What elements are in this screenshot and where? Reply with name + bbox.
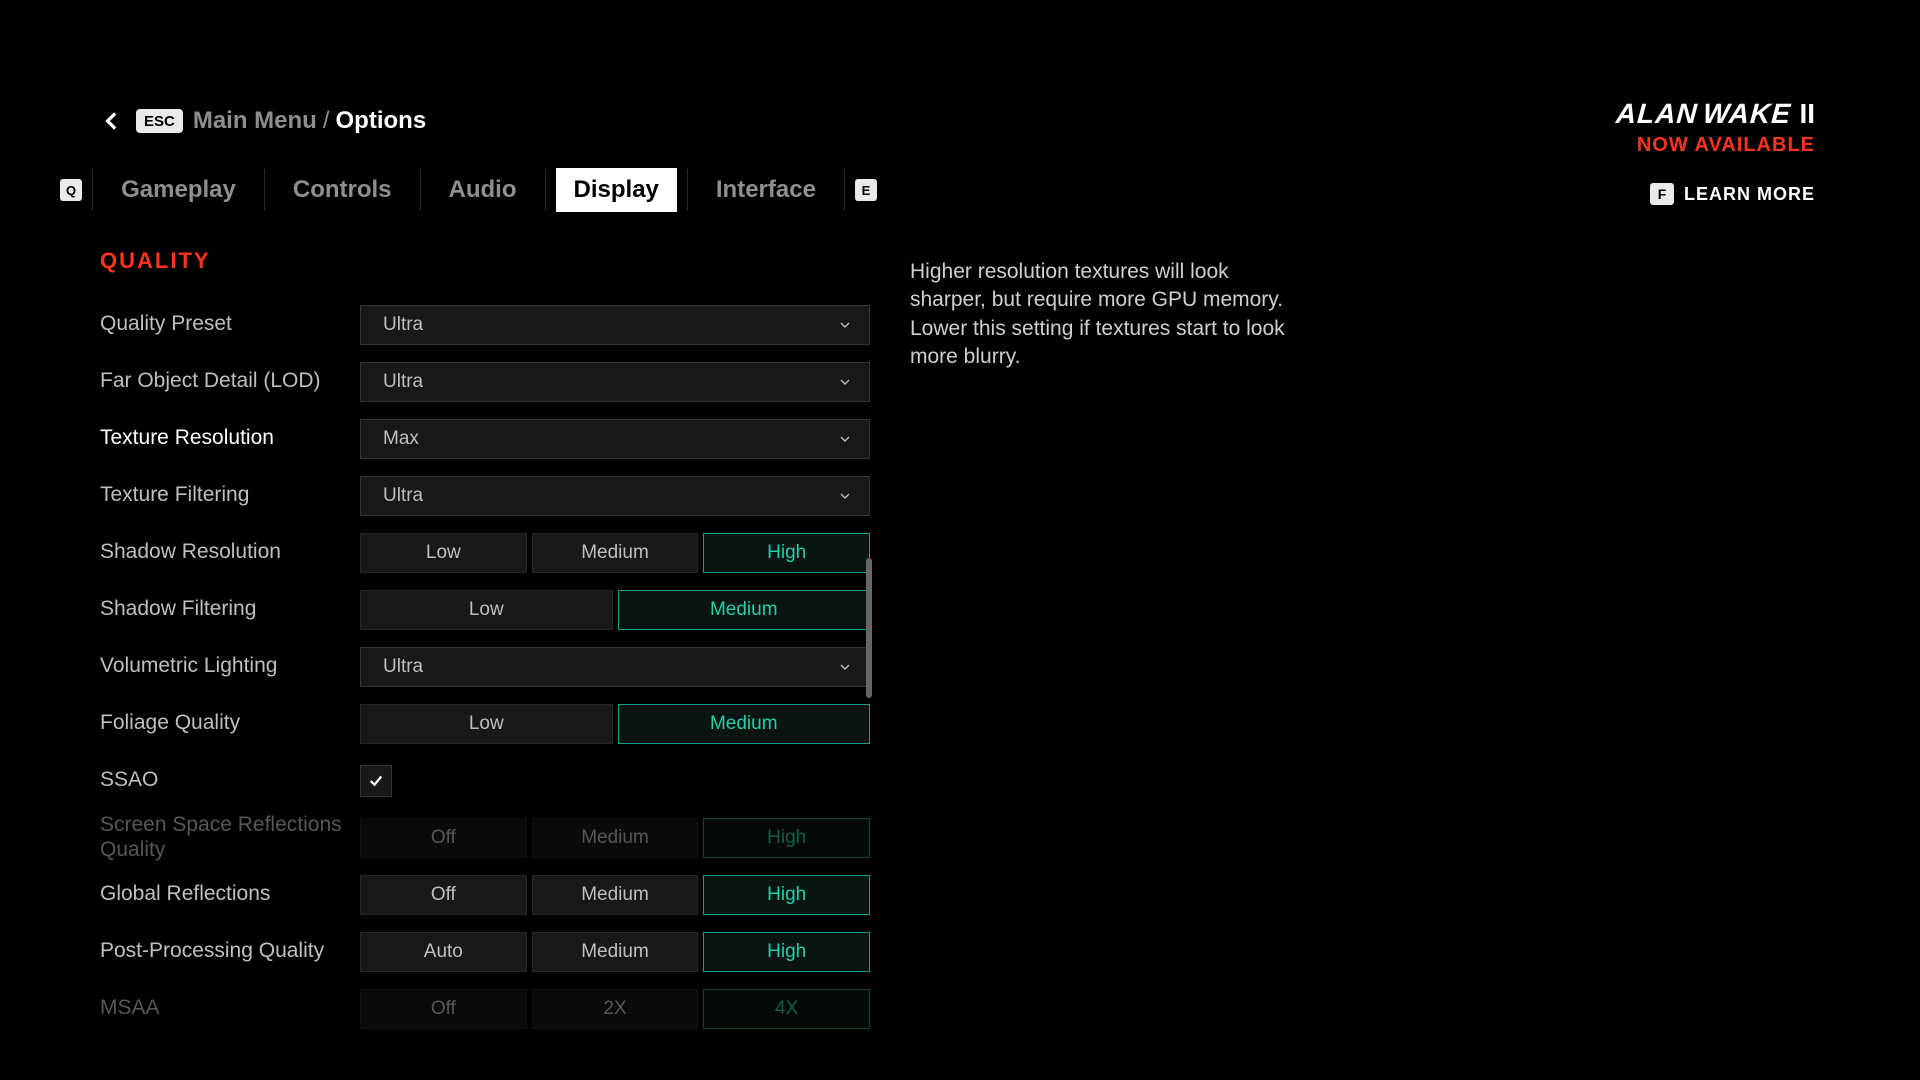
breadcrumb-current: Options [336, 107, 427, 135]
option-row-msaa: MSAAOff2X4X [100, 980, 870, 1037]
f-key-badge: F [1650, 183, 1674, 205]
option-label: Screen Space Reflections Quality [100, 813, 360, 861]
option-row-post-processing: Post-Processing QualityAutoMediumHigh [100, 923, 870, 980]
option-row-quality-preset: Quality PresetUltra [100, 296, 870, 353]
option-row-shadow-resolution: Shadow ResolutionLowMediumHigh [100, 524, 870, 581]
option-row-texture-filtering: Texture FilteringUltra [100, 467, 870, 524]
option-label: MSAA [100, 996, 360, 1020]
tab-display[interactable]: Display [556, 168, 677, 212]
texture-resolution-dropdown[interactable]: Max [360, 419, 870, 459]
chevron-down-icon [837, 431, 853, 447]
foliage-quality-option-medium[interactable]: Medium [618, 704, 871, 744]
chevron-down-icon [837, 488, 853, 504]
chevron-down-icon [837, 317, 853, 333]
back-arrow-icon[interactable] [100, 108, 126, 134]
option-label: Texture Filtering [100, 483, 360, 507]
breadcrumb-separator: / [323, 107, 330, 135]
esc-key-badge: ESC [136, 109, 183, 133]
shadow-filtering-option-medium[interactable]: Medium [618, 590, 871, 630]
section-title: QUALITY [100, 248, 870, 274]
scrollbar[interactable] [866, 258, 872, 988]
option-label: Texture Resolution [100, 426, 360, 450]
texture-filtering-dropdown[interactable]: Ultra [360, 476, 870, 516]
ssao-checkbox[interactable] [360, 765, 392, 797]
foliage-quality-option-low[interactable]: Low [360, 704, 613, 744]
option-row-texture-resolution: Texture ResolutionMax [100, 410, 870, 467]
msaa-option-off[interactable]: Off [360, 989, 527, 1029]
option-row-ssr-quality: Screen Space Reflections QualityOffMediu… [100, 809, 870, 866]
global-reflections-option-off[interactable]: Off [360, 875, 527, 915]
shadow-resolution-option-high[interactable]: High [703, 533, 870, 573]
chevron-down-icon [837, 659, 853, 675]
option-label: Post-Processing Quality [100, 939, 360, 963]
option-label: Volumetric Lighting [100, 654, 360, 678]
post-processing-option-auto[interactable]: Auto [360, 932, 527, 972]
option-row-global-reflections: Global ReflectionsOffMediumHigh [100, 866, 870, 923]
option-row-ssao: SSAO [100, 752, 870, 809]
option-label: Shadow Resolution [100, 540, 360, 564]
global-reflections-option-high[interactable]: High [703, 875, 870, 915]
post-processing-option-medium[interactable]: Medium [532, 932, 699, 972]
tab-controls[interactable]: Controls [275, 168, 410, 212]
tab-gameplay[interactable]: Gameplay [103, 168, 254, 212]
global-reflections-option-medium[interactable]: Medium [532, 875, 699, 915]
tab-audio[interactable]: Audio [431, 168, 535, 212]
shadow-filtering-option-low[interactable]: Low [360, 590, 613, 630]
tab-prev-key: Q [60, 179, 82, 201]
breadcrumb: ESC Main Menu / Options [100, 107, 426, 135]
shadow-resolution-option-medium[interactable]: Medium [532, 533, 699, 573]
option-label: Global Reflections [100, 882, 360, 906]
option-row-foliage-quality: Foliage QualityLowMedium [100, 695, 870, 752]
msaa-option-2x[interactable]: 2X [532, 989, 699, 1029]
option-label: Shadow Filtering [100, 597, 360, 621]
tab-bar: Q Gameplay Controls Audio Display Interface E [60, 168, 877, 212]
quality-preset-dropdown[interactable]: Ultra [360, 305, 870, 345]
ssr-quality-option-high[interactable]: High [703, 818, 870, 858]
ssr-quality-option-off[interactable]: Off [360, 818, 527, 858]
volumetric-lighting-dropdown[interactable]: Ultra [360, 647, 870, 687]
tab-interface[interactable]: Interface [698, 168, 834, 212]
scrollbar-thumb[interactable] [866, 558, 872, 698]
option-row-lod: Far Object Detail (LOD)Ultra [100, 353, 870, 410]
chevron-down-icon [837, 374, 853, 390]
post-processing-option-high[interactable]: High [703, 932, 870, 972]
breadcrumb-main-menu[interactable]: Main Menu [193, 107, 317, 135]
option-row-shadow-filtering: Shadow FilteringLowMedium [100, 581, 870, 638]
msaa-option-4x[interactable]: 4X [703, 989, 870, 1029]
option-row-volumetric-lighting: Volumetric LightingUltra [100, 638, 870, 695]
help-text: Higher resolution textures will look sha… [910, 258, 1310, 371]
lod-dropdown[interactable]: Ultra [360, 362, 870, 402]
option-label: Foliage Quality [100, 711, 360, 735]
option-label: Far Object Detail (LOD) [100, 369, 360, 393]
shadow-resolution-option-low[interactable]: Low [360, 533, 527, 573]
ssr-quality-option-medium[interactable]: Medium [532, 818, 699, 858]
option-label: Quality Preset [100, 312, 360, 336]
learn-more-button[interactable]: F LEARN MORE [1616, 183, 1815, 205]
option-label: SSAO [100, 768, 360, 792]
options-list: Quality PresetUltraFar Object Detail (LO… [100, 296, 870, 1037]
tab-next-key: E [855, 179, 877, 201]
promo-block: ALAN WAKE II NOW AVAILABLE F LEARN MORE [1616, 98, 1815, 205]
promo-tagline: NOW AVAILABLE [1616, 134, 1815, 157]
settings-panel: QUALITY Quality PresetUltraFar Object De… [100, 248, 870, 1060]
game-logo: ALAN WAKE II [1616, 98, 1815, 130]
